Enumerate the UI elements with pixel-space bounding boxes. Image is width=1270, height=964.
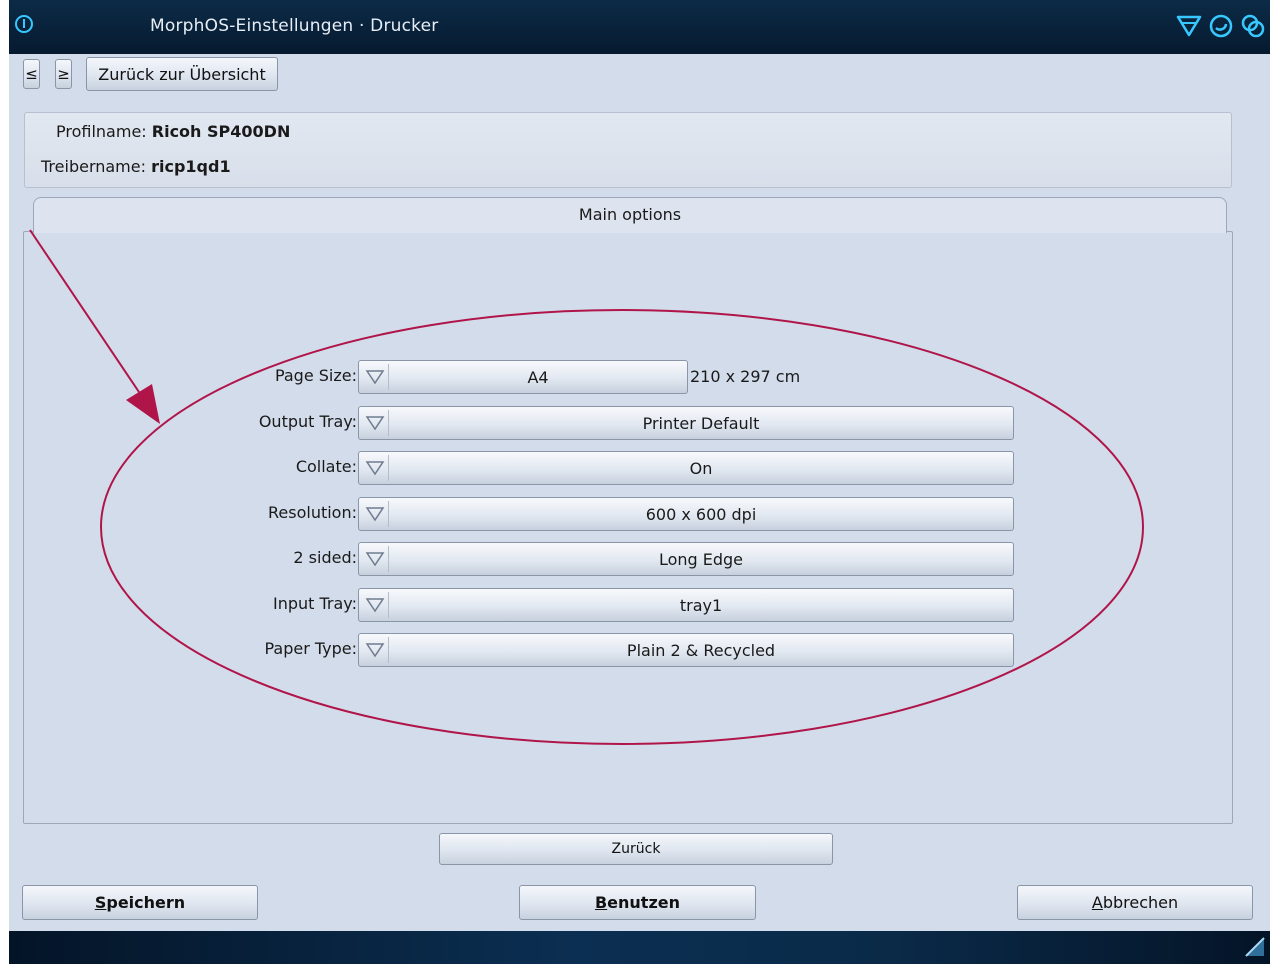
resolution-value: 600 x 600 dpi <box>645 505 757 524</box>
output-tray-label: Output Tray: <box>258 412 357 431</box>
tab-main-options-label: Main options <box>578 205 682 224</box>
next-button[interactable]: ≥ <box>55 59 72 89</box>
driver-label: Treibername: <box>41 157 146 176</box>
two-sided-label: 2 sided: <box>293 548 357 567</box>
collate-value: On <box>689 459 713 478</box>
title-bar[interactable]: MorphOS-Einstellungen · Drucker <box>9 0 1270 54</box>
back-to-overview-label: Zurück zur Übersicht <box>98 64 266 84</box>
use-label-rest: enutzen <box>607 893 681 912</box>
cancel-label-rest: bbrechen <box>1102 893 1179 912</box>
cancel-hotkey-letter: A <box>1091 893 1103 912</box>
use-button[interactable]: Benutzen <box>519 885 756 920</box>
iconify-icon[interactable] <box>1176 13 1202 39</box>
chevron-down-icon <box>365 598 385 613</box>
input-tray-cycle[interactable]: tray1 <box>358 588 1014 622</box>
driver-value: ricp1qd1 <box>151 157 231 176</box>
window-bottom-border <box>9 931 1270 964</box>
save-button[interactable]: Speichern <box>22 885 258 920</box>
page-size-dimensions: 210 x 297 cm <box>690 367 801 386</box>
collate-label: Collate: <box>295 457 357 476</box>
tab-main-options[interactable]: Main options <box>33 197 1227 233</box>
paper-type-label: Paper Type: <box>264 639 357 658</box>
previous-button[interactable]: ≤ <box>23 59 40 89</box>
depth-arrange-icon[interactable] <box>1240 13 1266 39</box>
input-tray-label: Input Tray: <box>272 594 357 613</box>
back-button-label: Zurück <box>611 841 661 857</box>
chevron-down-icon <box>365 552 385 567</box>
window-title: MorphOS-Einstellungen · Drucker <box>150 16 439 36</box>
paper-type-value: Plain 2 & Recycled <box>626 641 776 660</box>
chevron-down-icon <box>365 370 385 385</box>
resolution-label: Resolution: <box>268 503 357 522</box>
collate-cycle[interactable]: On <box>358 451 1014 485</box>
two-sided-cycle[interactable]: Long Edge <box>358 542 1014 576</box>
page-size-cycle[interactable]: A4 <box>358 360 688 394</box>
driver-row: Treibername: ricp1qd1 <box>41 157 231 176</box>
page-size-value: A4 <box>527 368 549 387</box>
profile-label: Profilname: <box>56 122 147 141</box>
profile-row: Profilname: Ricoh SP400DN <box>56 122 290 141</box>
printer-info-box: Profilname: Ricoh SP400DN Treibername: r… <box>24 112 1232 188</box>
cancel-button[interactable]: Abbrechen <box>1017 885 1253 920</box>
output-tray-value: Printer Default <box>642 414 760 433</box>
chevron-down-icon <box>365 507 385 522</box>
back-button[interactable]: Zurück <box>439 833 833 865</box>
input-tray-value: tray1 <box>679 596 723 615</box>
profile-value: Ricoh SP400DN <box>151 122 291 141</box>
resize-handle-icon[interactable] <box>1244 936 1266 958</box>
save-label-rest: peichern <box>106 893 186 912</box>
back-to-overview-button[interactable]: Zurück zur Übersicht <box>86 57 278 91</box>
output-tray-cycle[interactable]: Printer Default <box>358 406 1014 440</box>
paper-type-cycle[interactable]: Plain 2 & Recycled <box>358 633 1014 667</box>
use-hotkey-letter: B <box>594 893 608 912</box>
chevron-down-icon <box>365 416 385 431</box>
zoom-window-icon[interactable] <box>1208 13 1234 39</box>
close-window-icon[interactable] <box>15 15 33 33</box>
chevron-down-icon <box>365 643 385 658</box>
page-size-label: Page Size: <box>274 366 357 385</box>
save-hotkey-letter: S <box>94 893 107 912</box>
resolution-cycle[interactable]: 600 x 600 dpi <box>358 497 1014 531</box>
two-sided-value: Long Edge <box>658 550 744 569</box>
chevron-down-icon <box>365 461 385 476</box>
